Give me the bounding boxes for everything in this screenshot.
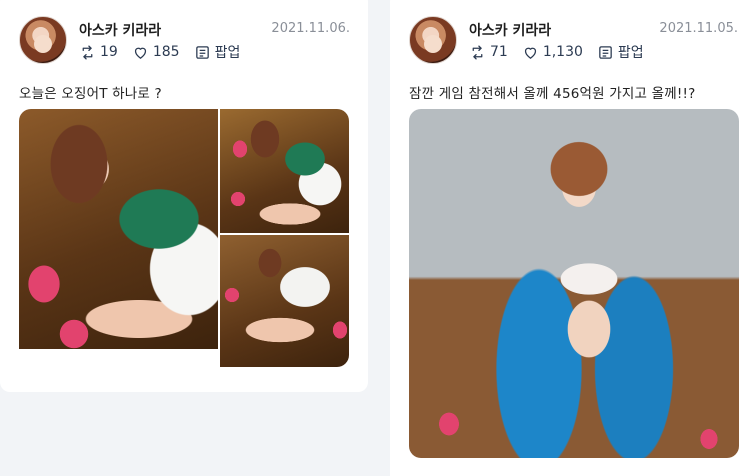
like-button[interactable]: 1,130 — [522, 44, 583, 61]
popup-label: 팝업 — [214, 45, 241, 61]
popup-button[interactable]: 팝업 — [597, 42, 644, 62]
author-name[interactable]: 아스카 키라라 — [79, 20, 161, 40]
popup-icon — [195, 45, 209, 59]
photo-gallery — [19, 109, 349, 367]
photo-gallery — [409, 109, 739, 458]
heart-icon — [134, 47, 146, 59]
like-button[interactable]: 185 — [132, 44, 180, 61]
popup-button[interactable]: 팝업 — [194, 42, 241, 62]
retweet-button[interactable]: 71 — [469, 44, 508, 61]
tweet-stats: 19 185 팝업 — [79, 42, 240, 62]
tweet-date: 2021.11.05. — [659, 21, 738, 36]
tweet-stats: 71 1,130 팝업 — [469, 42, 644, 62]
tweet-photo[interactable] — [220, 235, 349, 367]
tweet-header: 아스카 키라라 2021.11.05. 71 1,130 팝업 — [409, 16, 738, 66]
popup-label: 팝업 — [617, 45, 644, 61]
avatar[interactable] — [19, 16, 67, 64]
tweet-card[interactable]: 아스카 키라라 2021.11.06. 19 185 팝업 오늘은 오징어T 하… — [0, 0, 368, 392]
avatar[interactable] — [409, 16, 457, 64]
tweet-photo[interactable] — [409, 109, 739, 458]
tweet-photo[interactable] — [19, 109, 218, 349]
heart-icon — [524, 47, 536, 59]
feed: 아스카 키라라 2021.11.06. 19 185 팝업 오늘은 오징어T 하… — [0, 0, 756, 476]
tweet-text: 잠깐 게임 참전해서 올께 456억원 가지고 올께!!? — [409, 86, 696, 102]
like-count: 185 — [152, 44, 180, 60]
tweet-photo[interactable] — [220, 109, 349, 233]
retweet-icon — [472, 44, 483, 60]
retweet-count: 19 — [100, 44, 118, 60]
popup-icon — [599, 45, 612, 59]
author-name[interactable]: 아스카 키라라 — [469, 20, 551, 40]
tweet-header: 아스카 키라라 2021.11.06. 19 185 팝업 — [19, 16, 350, 66]
like-count: 1,130 — [542, 44, 583, 60]
tweet-text: 오늘은 오징어T 하나로 ? — [19, 86, 162, 102]
retweet-button[interactable]: 19 — [79, 44, 118, 61]
tweet-date: 2021.11.06. — [271, 21, 350, 36]
retweet-icon — [82, 44, 93, 60]
tweet-card[interactable]: 아스카 키라라 2021.11.05. 71 1,130 팝업 잠깐 게임 참전… — [390, 0, 756, 476]
retweet-count: 71 — [490, 44, 508, 60]
